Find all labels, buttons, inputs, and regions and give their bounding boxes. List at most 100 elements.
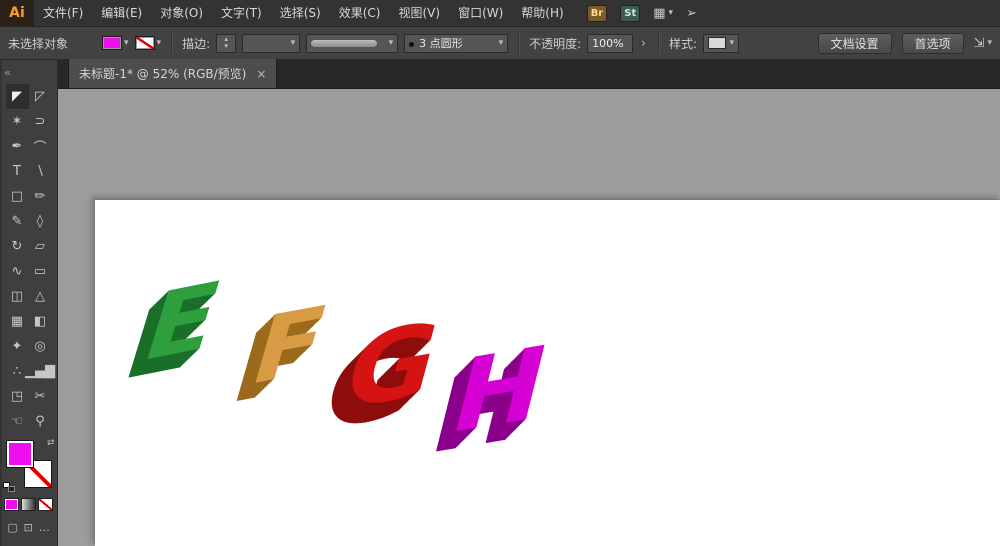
chevron-down-icon: ▾ bbox=[987, 38, 992, 48]
preferences-button[interactable]: 首选项 bbox=[902, 33, 964, 54]
letter-3d-H[interactable]: H bbox=[442, 332, 557, 449]
stroke-color-dropdown[interactable]: ▾ bbox=[135, 36, 162, 50]
width-profile-dropdown[interactable]: ▾ bbox=[306, 34, 398, 53]
chevron-right-icon[interactable]: › bbox=[639, 36, 648, 50]
menu-object[interactable]: 对象(O) bbox=[151, 0, 212, 27]
document-tab[interactable]: 未标题-1* @ 52% (RGB/预览) × bbox=[68, 59, 277, 88]
stock-button[interactable]: St bbox=[620, 5, 640, 22]
paintbrush-tool[interactable]: ✏ bbox=[29, 184, 52, 209]
chevron-down-icon: ▾ bbox=[729, 38, 734, 48]
rotate-tool[interactable]: ↻ bbox=[6, 234, 29, 259]
separator bbox=[171, 32, 172, 54]
eyedropper-tool[interactable]: ✦ bbox=[6, 334, 29, 359]
stepper-down-icon[interactable]: ▾ bbox=[224, 43, 228, 50]
free-transform-tool[interactable]: ▭ bbox=[29, 259, 52, 284]
arrange-documents-icon: ▦ bbox=[653, 6, 665, 21]
draw-behind-mode-icon[interactable]: ⊡ bbox=[24, 521, 33, 534]
canvas[interactable]: EFGH bbox=[58, 89, 1000, 546]
width-tool[interactable]: ∿ bbox=[6, 259, 29, 284]
artboard[interactable]: EFGH bbox=[95, 200, 1000, 546]
opacity-input[interactable] bbox=[587, 34, 633, 53]
perspective-grid-tool[interactable]: △ bbox=[29, 284, 52, 309]
letter-3d-F[interactable]: F bbox=[242, 294, 337, 400]
separator bbox=[658, 32, 659, 54]
control-bar: 未选择对象 ▾ ▾ 描边: ▴ ▾ ▾ ▾ 3 点圆形 ▾ 不透明度: bbox=[0, 27, 1000, 60]
draw-normal-mode-icon[interactable]: ▢ bbox=[7, 521, 17, 534]
style-dropdown[interactable]: ▾ bbox=[703, 34, 739, 53]
fill-color-swatch[interactable] bbox=[102, 36, 122, 50]
brush-definition-dropdown[interactable]: 3 点圆形 ▾ bbox=[404, 34, 508, 53]
color-button[interactable] bbox=[4, 498, 19, 511]
menu-help[interactable]: 帮助(H) bbox=[512, 0, 572, 27]
fill-proxy-swatch[interactable] bbox=[6, 440, 34, 468]
hand-tool[interactable]: ☜ bbox=[6, 409, 29, 434]
selection-tool[interactable]: ◤ bbox=[6, 84, 29, 109]
zoom-tool[interactable]: ⚲ bbox=[29, 409, 52, 434]
options-dropdown[interactable]: ⇲ ▾ bbox=[974, 36, 992, 51]
collapse-panel-icon[interactable]: « bbox=[4, 66, 11, 79]
gradient-tool[interactable]: ◧ bbox=[29, 309, 52, 334]
style-preview-chip bbox=[708, 37, 726, 49]
shape-builder-tool[interactable]: ◫ bbox=[6, 284, 29, 309]
menu-type[interactable]: 文字(T) bbox=[212, 0, 271, 27]
pencil-tool[interactable]: ✎ bbox=[6, 209, 29, 234]
curvature-tool[interactable]: ⌒ bbox=[29, 134, 52, 159]
rectangle-tool[interactable]: □ bbox=[6, 184, 29, 209]
launch-icon[interactable]: ➢ bbox=[686, 6, 697, 21]
separator bbox=[518, 32, 519, 54]
mesh-tool[interactable]: ▦ bbox=[6, 309, 29, 334]
fill-color-dropdown[interactable]: ▾ bbox=[102, 36, 129, 50]
magic-wand-tool[interactable]: ✶ bbox=[6, 109, 29, 134]
arrange-documents-dropdown[interactable]: ▦ ▾ bbox=[653, 6, 673, 21]
stroke-color-swatch-none[interactable] bbox=[135, 36, 155, 50]
menu-edit[interactable]: 编辑(E) bbox=[92, 0, 151, 27]
menu-window[interactable]: 窗口(W) bbox=[449, 0, 512, 27]
chevron-down-icon: ▾ bbox=[291, 38, 296, 48]
change-screen-mode-icon[interactable]: … bbox=[39, 521, 50, 534]
fill-stroke-indicator: ⇄ bbox=[3, 438, 55, 492]
stroke-weight-stepper[interactable]: ▴ ▾ bbox=[216, 34, 236, 53]
type-tool[interactable]: T bbox=[6, 159, 29, 184]
brush-preview: 3 点圆形 bbox=[409, 35, 463, 51]
none-button[interactable] bbox=[38, 498, 53, 511]
blend-tool[interactable]: ◎ bbox=[29, 334, 52, 359]
stroke-weight-dropdown[interactable]: ▾ bbox=[242, 34, 300, 53]
width-profile-preview bbox=[311, 40, 377, 47]
menu-file[interactable]: 文件(F) bbox=[34, 0, 92, 27]
scale-tool[interactable]: ▱ bbox=[29, 234, 52, 259]
chevron-down-icon: ▾ bbox=[499, 38, 504, 48]
pen-tool[interactable]: ✒ bbox=[6, 134, 29, 159]
brush-dot-icon bbox=[409, 42, 414, 47]
close-tab-icon[interactable]: × bbox=[256, 67, 266, 81]
artboard-tool[interactable]: ◳ bbox=[6, 384, 29, 409]
swap-fill-stroke-icon[interactable]: ⇄ bbox=[47, 438, 55, 448]
bridge-button[interactable]: Br bbox=[587, 5, 608, 22]
letter-3d-E[interactable]: E bbox=[134, 269, 231, 377]
drawing-mode-buttons: ▢ ⊡ … bbox=[0, 521, 57, 534]
chevron-down-icon: ▾ bbox=[124, 38, 129, 48]
slice-tool[interactable]: ✂ bbox=[29, 384, 52, 409]
chevron-down-icon: ▾ bbox=[389, 38, 394, 48]
letter-3d-G[interactable]: G bbox=[334, 309, 449, 426]
controlbar-right-group: 文档设置 首选项 ⇲ ▾ bbox=[818, 33, 992, 54]
default-fill-stroke-icon[interactable] bbox=[3, 482, 15, 492]
selection-status-label: 未选择对象 bbox=[8, 35, 96, 52]
lasso-tool[interactable]: ⊃ bbox=[29, 109, 52, 134]
chevron-down-icon: ▾ bbox=[157, 38, 162, 48]
menu-effect[interactable]: 效果(C) bbox=[330, 0, 390, 27]
color-mode-buttons bbox=[0, 498, 57, 511]
illustrator-window: Ai 文件(F)编辑(E)对象(O)文字(T)选择(S)效果(C)视图(V)窗口… bbox=[0, 0, 1000, 546]
document-tab-title: 未标题-1* @ 52% (RGB/预览) bbox=[79, 65, 246, 82]
menu-select[interactable]: 选择(S) bbox=[271, 0, 330, 27]
gradient-button[interactable] bbox=[21, 498, 36, 511]
stroke-weight-label: 描边: bbox=[182, 35, 210, 52]
menu-view[interactable]: 视图(V) bbox=[389, 0, 449, 27]
eraser-tool[interactable]: ◊ bbox=[29, 209, 52, 234]
direct-selection-tool[interactable]: ◸ bbox=[29, 84, 52, 109]
line-segment-tool[interactable]: ∖ bbox=[29, 159, 52, 184]
column-graph-tool[interactable]: ▁▄▇ bbox=[29, 359, 52, 384]
tools-grid: ◤◸✶⊃✒⌒T∖□✏✎◊↻▱∿▭◫△▦◧✦◎∴▁▄▇◳✂☜⚲ bbox=[0, 84, 57, 434]
document-setup-button[interactable]: 文档设置 bbox=[818, 33, 892, 54]
options-icon: ⇲ bbox=[974, 36, 985, 51]
app-logo-ai: Ai bbox=[0, 0, 34, 27]
